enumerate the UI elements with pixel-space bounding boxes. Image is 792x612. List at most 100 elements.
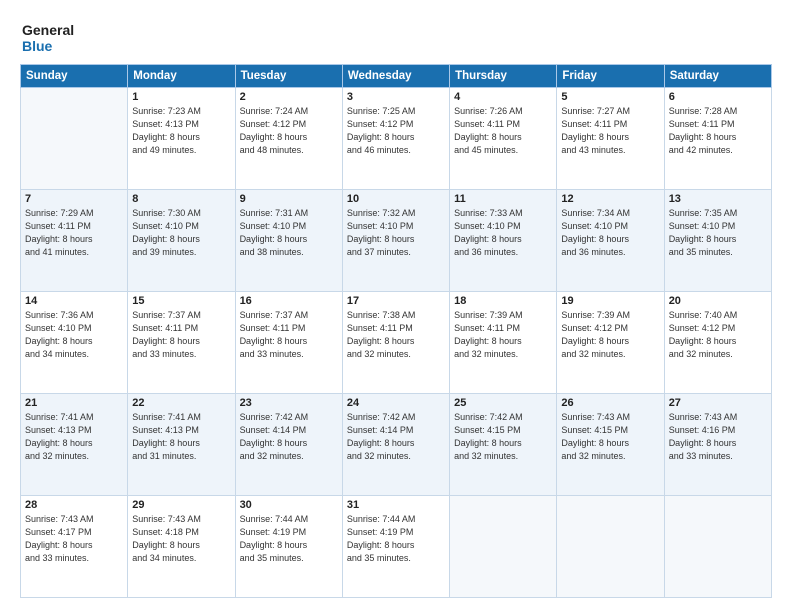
day-info: Sunrise: 7:43 AMSunset: 4:15 PMDaylight:… [561,411,659,463]
calendar-cell: 12 Sunrise: 7:34 AMSunset: 4:10 PMDayligh… [557,190,664,292]
day-number: 1 [132,91,230,103]
day-info: Sunrise: 7:34 AMSunset: 4:10 PMDaylight:… [561,207,659,259]
calendar-cell: 13 Sunrise: 7:35 AMSunset: 4:10 PMDayligh… [664,190,771,292]
header: General Blue General Blue [20,18,772,54]
day-info: Sunrise: 7:36 AMSunset: 4:10 PMDaylight:… [25,309,123,361]
day-number: 21 [25,397,123,409]
day-number: 17 [347,295,445,307]
day-number: 18 [454,295,552,307]
day-number: 23 [240,397,338,409]
day-info: Sunrise: 7:30 AMSunset: 4:10 PMDaylight:… [132,207,230,259]
calendar-cell: 28 Sunrise: 7:43 AMSunset: 4:17 PMDayligh… [21,496,128,598]
calendar-cell: 5Sunrise: 7:27 AMSunset: 4:11 PMDaylight… [557,88,664,190]
day-info: Sunrise: 7:43 AMSunset: 4:18 PMDaylight:… [132,513,230,565]
weekday-header-tuesday: Tuesday [235,65,342,88]
calendar-cell: 29Sunrise: 7:43 AMSunset: 4:18 PMDayligh… [128,496,235,598]
day-number: 25 [454,397,552,409]
calendar-week-row: 7 Sunrise: 7:29 AMSunset: 4:11 PMDaylight… [21,190,772,292]
calendar-cell: 10 Sunrise: 7:32 AMSunset: 4:10 PMDayligh… [342,190,449,292]
day-info: Sunrise: 7:42 AMSunset: 4:14 PMDaylight:… [240,411,338,463]
day-number: 10 [347,193,445,205]
calendar-cell: 23 Sunrise: 7:42 AMSunset: 4:14 PMDayligh… [235,394,342,496]
day-info: Sunrise: 7:26 AMSunset: 4:11 PMDaylight:… [454,105,552,157]
day-info: Sunrise: 7:24 AMSunset: 4:12 PMDaylight:… [240,105,338,157]
calendar-cell [21,88,128,190]
day-info: Sunrise: 7:43 AMSunset: 4:17 PMDaylight:… [25,513,123,565]
day-info: Sunrise: 7:41 AMSunset: 4:13 PMDaylight:… [132,411,230,463]
day-number: 5 [561,91,659,103]
calendar-cell: 16 Sunrise: 7:37 AMSunset: 4:11 PMDayligh… [235,292,342,394]
calendar-cell [557,496,664,598]
weekday-header-monday: Monday [128,65,235,88]
day-number: 26 [561,397,659,409]
calendar-cell: 27Sunrise: 7:43 AMSunset: 4:16 PMDayligh… [664,394,771,496]
day-info: Sunrise: 7:44 AMSunset: 4:19 PMDaylight:… [240,513,338,565]
calendar-week-row: 21 Sunrise: 7:41 AMSunset: 4:13 PMDayligh… [21,394,772,496]
day-info: Sunrise: 7:23 AMSunset: 4:13 PMDaylight:… [132,105,230,157]
calendar-cell: 31Sunrise: 7:44 AMSunset: 4:19 PMDayligh… [342,496,449,598]
calendar-cell: 4 Sunrise: 7:26 AMSunset: 4:11 PMDaylight… [450,88,557,190]
calendar-cell: 24Sunrise: 7:42 AMSunset: 4:14 PMDayligh… [342,394,449,496]
calendar-cell: 1 Sunrise: 7:23 AMSunset: 4:13 PMDaylight… [128,88,235,190]
calendar-cell: 26 Sunrise: 7:43 AMSunset: 4:15 PMDayligh… [557,394,664,496]
calendar-cell [450,496,557,598]
day-info: Sunrise: 7:31 AMSunset: 4:10 PMDaylight:… [240,207,338,259]
day-info: Sunrise: 7:32 AMSunset: 4:10 PMDaylight:… [347,207,445,259]
calendar-cell: 25 Sunrise: 7:42 AMSunset: 4:15 PMDayligh… [450,394,557,496]
day-info: Sunrise: 7:25 AMSunset: 4:12 PMDaylight:… [347,105,445,157]
day-number: 12 [561,193,659,205]
day-number: 15 [132,295,230,307]
calendar-cell: 18Sunrise: 7:39 AMSunset: 4:11 PMDayligh… [450,292,557,394]
calendar-week-row: 14 Sunrise: 7:36 AMSunset: 4:10 PMDayligh… [21,292,772,394]
day-number: 8 [132,193,230,205]
day-info: Sunrise: 7:37 AMSunset: 4:11 PMDaylight:… [132,309,230,361]
logo: General Blue General Blue [20,22,74,54]
logo-blue: Blue [22,38,74,54]
day-number: 9 [240,193,338,205]
day-number: 27 [669,397,767,409]
calendar-cell: 8 Sunrise: 7:30 AMSunset: 4:10 PMDaylight… [128,190,235,292]
weekday-header-sunday: Sunday [21,65,128,88]
day-info: Sunrise: 7:33 AMSunset: 4:10 PMDaylight:… [454,207,552,259]
calendar-cell: 21Sunrise: 7:41 AMSunset: 4:13 PMDayligh… [21,394,128,496]
calendar-cell: 6 Sunrise: 7:28 AMSunset: 4:11 PMDaylight… [664,88,771,190]
day-number: 7 [25,193,123,205]
weekday-header-friday: Friday [557,65,664,88]
calendar-cell [664,496,771,598]
day-info: Sunrise: 7:42 AMSunset: 4:15 PMDaylight:… [454,411,552,463]
day-info: Sunrise: 7:28 AMSunset: 4:11 PMDaylight:… [669,105,767,157]
weekday-header-row: SundayMondayTuesdayWednesdayThursdayFrid… [21,65,772,88]
day-number: 6 [669,91,767,103]
day-number: 14 [25,295,123,307]
day-number: 19 [561,295,659,307]
calendar-cell: 9 Sunrise: 7:31 AMSunset: 4:10 PMDaylight… [235,190,342,292]
page: General Blue General Blue SundayMondayTu… [0,0,792,612]
calendar-cell: 17 Sunrise: 7:38 AMSunset: 4:11 PMDayligh… [342,292,449,394]
calendar-week-row: 28 Sunrise: 7:43 AMSunset: 4:17 PMDayligh… [21,496,772,598]
day-info: Sunrise: 7:29 AMSunset: 4:11 PMDaylight:… [25,207,123,259]
calendar-cell: 19 Sunrise: 7:39 AMSunset: 4:12 PMDayligh… [557,292,664,394]
day-number: 22 [132,397,230,409]
day-number: 16 [240,295,338,307]
day-info: Sunrise: 7:37 AMSunset: 4:11 PMDaylight:… [240,309,338,361]
day-number: 11 [454,193,552,205]
day-number: 30 [240,499,338,511]
calendar-cell: 30 Sunrise: 7:44 AMSunset: 4:19 PMDayligh… [235,496,342,598]
day-number: 3 [347,91,445,103]
day-info: Sunrise: 7:38 AMSunset: 4:11 PMDaylight:… [347,309,445,361]
weekday-header-wednesday: Wednesday [342,65,449,88]
day-number: 4 [454,91,552,103]
day-info: Sunrise: 7:44 AMSunset: 4:19 PMDaylight:… [347,513,445,565]
calendar-week-row: 1 Sunrise: 7:23 AMSunset: 4:13 PMDaylight… [21,88,772,190]
calendar-cell: 15 Sunrise: 7:37 AMSunset: 4:11 PMDayligh… [128,292,235,394]
day-number: 13 [669,193,767,205]
day-number: 2 [240,91,338,103]
day-number: 20 [669,295,767,307]
calendar-cell: 3 Sunrise: 7:25 AMSunset: 4:12 PMDaylight… [342,88,449,190]
day-info: Sunrise: 7:39 AMSunset: 4:12 PMDaylight:… [561,309,659,361]
day-number: 28 [25,499,123,511]
day-info: Sunrise: 7:42 AMSunset: 4:14 PMDaylight:… [347,411,445,463]
weekday-header-saturday: Saturday [664,65,771,88]
day-info: Sunrise: 7:35 AMSunset: 4:10 PMDaylight:… [669,207,767,259]
calendar-cell: 2 Sunrise: 7:24 AMSunset: 4:12 PMDaylight… [235,88,342,190]
